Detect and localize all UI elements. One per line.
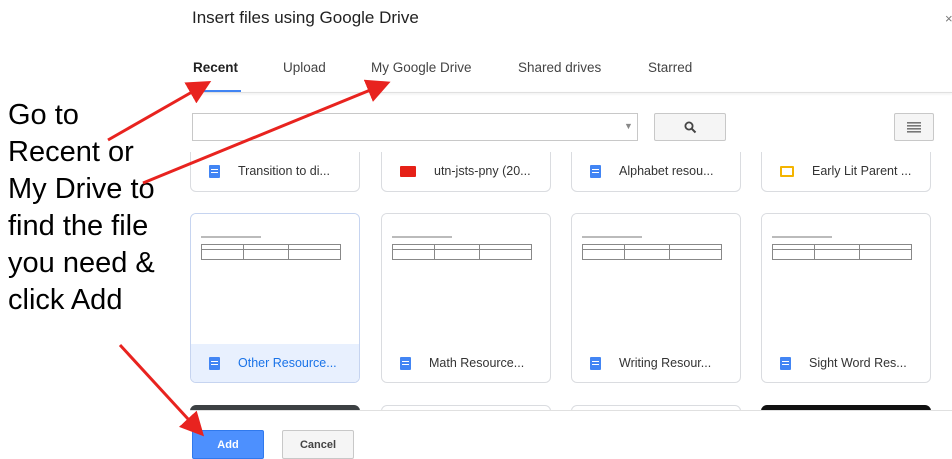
arrow-to-recent — [107, 81, 212, 142]
annotation-arrows — [107, 79, 391, 437]
arrow-to-add — [118, 343, 205, 437]
